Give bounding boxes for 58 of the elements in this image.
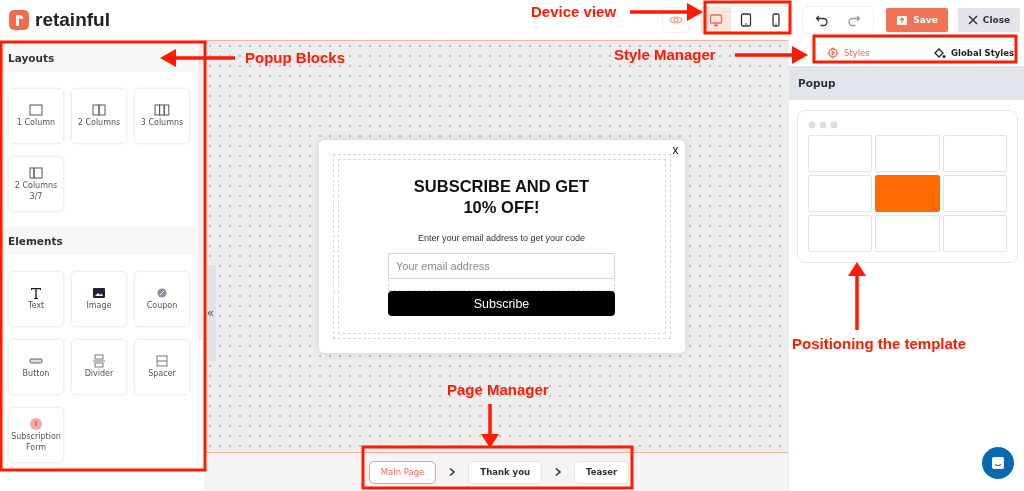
logo-text: retainful [35,9,110,31]
annotation-label: Popup Blocks [245,49,345,67]
subscribe-button[interactable]: Subscribe [388,291,615,316]
annotation-arrow [481,404,499,448]
undo-icon [815,13,829,27]
col1-block-icon [28,103,44,118]
form-block-icon [28,416,44,431]
close-button[interactable]: Close [958,8,1020,32]
block-tile[interactable]: 2 Columns 3/7 [9,157,63,211]
email-field[interactable]: Your email address [388,253,615,279]
block-tile[interactable]: 2 Columns [72,89,126,143]
divider-block-icon [91,354,107,369]
block-tile[interactable]: Spacer [135,340,189,394]
position-cell[interactable] [875,175,940,212]
image-block-icon [91,286,107,301]
monitor-icon [709,13,723,27]
eye-icon [669,13,683,27]
block-tile[interactable]: 3 Columns [135,89,189,143]
col2-block-icon [91,103,107,118]
block-tile[interactable]: Button [9,340,63,394]
block-tile[interactable]: Subscription Form [9,408,63,462]
annotation-label: Positioning the template [792,335,967,353]
spacer-block-icon [154,354,170,369]
block-tile[interactable]: Coupon [135,272,189,326]
chevron-icon [448,467,457,477]
page-tab[interactable]: Thank you [468,460,543,484]
paint-bucket-icon [933,47,947,59]
annotation-label: Page Manager [447,381,549,399]
panel-title: Popup [798,77,836,89]
global-styles-tab[interactable]: Global Styles [933,47,1014,59]
block-tile[interactable]: 1 Column [9,89,63,143]
col37-block-icon [28,165,44,180]
phone-icon [769,13,783,27]
chevron-icon [554,467,563,477]
collapse-tab[interactable]: « [205,265,216,361]
block-tile[interactable]: Divider [72,340,126,394]
chat-button[interactable] [982,447,1014,479]
popup-close[interactable]: x [672,143,679,157]
close-icon [967,15,978,25]
col3-block-icon [154,103,170,118]
annotation-arrow [848,262,866,330]
text-block-icon [28,286,44,301]
tablet-icon [739,13,753,27]
section-title: Layouts [8,52,55,64]
section-title: Elements [8,235,63,247]
redo-icon [847,13,861,27]
upload-icon [896,14,909,26]
block-tile[interactable]: Text [9,272,63,326]
chat-icon [991,456,1005,470]
logo-icon [9,10,29,30]
popup-headline: SUBSCRIBE AND GET 10% OFF! [412,176,591,218]
annotation-label: Style Manager [614,46,716,64]
page-tab[interactable]: Teaser [574,460,630,484]
gear-icon [827,47,839,59]
annotation-label: Device view [531,3,617,21]
block-tile[interactable]: Image [72,272,126,326]
popup-subtext: Enter your email address to get your code [417,233,586,243]
window-dots-icon [808,121,838,129]
